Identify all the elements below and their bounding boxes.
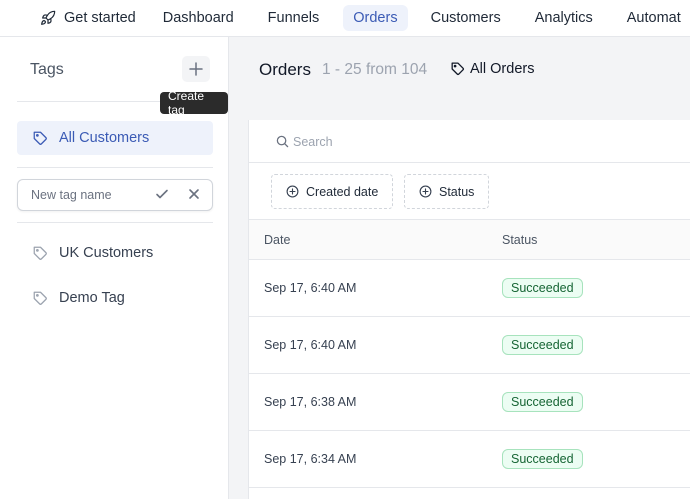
search-input[interactable]: [293, 129, 673, 155]
nav-item-get-started[interactable]: Get started: [30, 5, 146, 31]
filter-created-date-button[interactable]: Created date: [271, 174, 394, 209]
filter-label: Created date: [306, 184, 379, 199]
segment-label: All Orders: [470, 61, 535, 77]
order-date: Sep 17, 6:34 AM: [264, 452, 357, 466]
nav-item-customers[interactable]: Customers: [421, 5, 511, 31]
tag-item-all-customers[interactable]: All Customers: [17, 121, 213, 155]
tag-label: All Customers: [59, 130, 150, 146]
tag-item-uk-customers[interactable]: UK Customers: [17, 236, 213, 270]
plus-circle-icon: [419, 185, 432, 198]
nav-label: Orders: [353, 10, 398, 26]
tags-sidebar: Tags Create tag All Customers UK Custome…: [0, 37, 229, 499]
orders-main: Orders 1 - 25 from 104 All Orders Create…: [229, 37, 690, 499]
table-header: Date Status: [249, 220, 690, 260]
orders-count: 1 - 25 from 104: [322, 61, 428, 78]
cancel-new-tag-button[interactable]: [187, 187, 201, 206]
top-nav: Get started Dashboard Funnels Orders Cus…: [0, 0, 690, 37]
nav-item-analytics[interactable]: Analytics: [525, 5, 603, 31]
column-header-status[interactable]: Status: [502, 233, 537, 247]
nav-item-dashboard[interactable]: Dashboard: [153, 5, 244, 31]
nav-item-orders[interactable]: Orders: [343, 5, 408, 31]
nav-label: Analytics: [534, 10, 593, 26]
table-row[interactable]: Sep 17, 6:34 AM Succeeded: [249, 431, 690, 488]
nav-label: Customers: [430, 10, 501, 26]
status-badge: Succeeded: [502, 335, 583, 355]
sidebar-title: Tags: [30, 61, 64, 78]
new-tag-name-input[interactable]: [18, 180, 148, 210]
search-bar: [249, 120, 690, 163]
nav-item-funnels[interactable]: Funnels: [258, 5, 330, 31]
nav-label: Funnels: [267, 10, 320, 26]
new-tag-form: [17, 179, 213, 211]
filter-bar: Created date Status: [249, 163, 690, 220]
create-tag-button[interactable]: [182, 56, 210, 82]
nav-label: Automat: [626, 10, 681, 26]
tag-label: UK Customers: [59, 245, 154, 261]
search-icon: [276, 135, 289, 148]
table-row[interactable]: Sep 17, 6:38 AM Succeeded: [249, 374, 690, 431]
status-badge: Succeeded: [502, 449, 583, 469]
nav-label: Dashboard: [162, 10, 234, 26]
create-tag-tooltip: Create tag: [160, 89, 228, 117]
check-icon: [156, 189, 168, 199]
sidebar-divider: [17, 222, 213, 223]
plus-icon: [189, 62, 203, 76]
close-icon: [189, 189, 199, 199]
nav-label: Get started: [64, 10, 136, 26]
tag-icon: [33, 246, 47, 260]
rocket-icon: [41, 10, 56, 25]
plus-circle-icon: [286, 185, 299, 198]
status-badge: Succeeded: [502, 392, 583, 412]
table-row[interactable]: Sep 17, 6:40 AM Succeeded: [249, 317, 690, 374]
order-date: Sep 17, 6:40 AM: [264, 281, 357, 295]
column-header-date[interactable]: Date: [264, 233, 290, 247]
sidebar-divider: [17, 167, 213, 168]
orders-table-card: Created date Status Date Status Sep 17, …: [248, 120, 690, 499]
filter-label: Status: [439, 184, 475, 199]
order-date: Sep 17, 6:40 AM: [264, 338, 357, 352]
tag-item-demo-tag[interactable]: Demo Tag: [17, 281, 213, 315]
status-badge: Succeeded: [502, 278, 583, 298]
tag-icon: [33, 291, 47, 305]
tag-label: Demo Tag: [59, 290, 125, 306]
nav-item-automations[interactable]: Automat: [617, 5, 690, 31]
filter-status-button[interactable]: Status: [404, 174, 490, 209]
page-title: Orders: [259, 60, 311, 79]
tag-icon: [33, 131, 47, 145]
tag-icon: [451, 62, 464, 75]
order-date: Sep 17, 6:38 AM: [264, 395, 357, 409]
confirm-new-tag-button[interactable]: [155, 187, 169, 206]
current-segment-filter[interactable]: All Orders: [451, 61, 534, 77]
table-row[interactable]: Sep 17, 6:40 AM Succeeded: [249, 260, 690, 317]
